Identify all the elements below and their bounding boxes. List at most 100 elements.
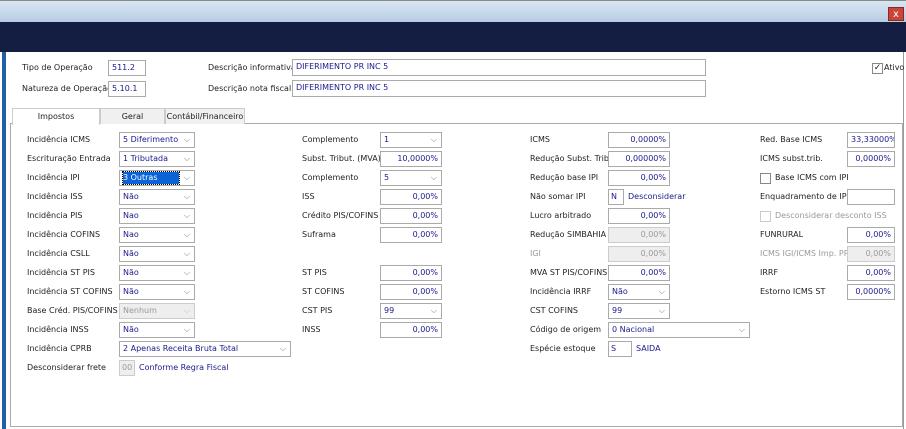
icms-label: ICMS [530,135,550,144]
credito-pis-cofins-input[interactable]: 0,00% [380,208,442,224]
igi-input: 0,00% [608,246,670,262]
complemento-label: Complemento [302,173,359,182]
chevron-down-icon: ⌵ [183,211,190,220]
selected-value: 1 [384,135,390,144]
tipo-operacao-label: Tipo de Operação [22,63,93,72]
tab-contabil-financeiro[interactable]: Contábil/Financeiro [165,108,245,124]
incidencia-st-pis-select[interactable]: Não ⌵ [119,265,195,281]
title-bar: x [0,0,906,22]
ativo-checkbox[interactable]: ✓ [872,63,883,74]
descricao-nota-fiscal-input[interactable]: DIFERIMENTO PR INC 5 [292,80,706,97]
reducao-subst-trib-label: Redução Subst. Trib. [530,154,612,163]
especie-estoque-description: SAIDA [636,344,661,353]
incidencia-iss-select[interactable]: Não ⌵ [119,189,195,205]
complemento-select[interactable]: 1 ⌵ [380,132,442,148]
estorno-icms-st-label: Estorno ICMS ST [760,287,826,296]
chevron-down-icon: ⌵ [183,325,190,334]
base-cred-pis-cofins-select: Nenhum ⌵ [119,303,195,319]
funrural-input[interactable]: 0,00% [847,227,895,243]
incidencia-cprb-select[interactable]: 2 Apenas Receita Bruta Total ⌵ [119,341,291,357]
incidencia-iss-label: Incidência ISS [27,192,83,201]
enquadramento-de-ipi-input[interactable] [847,189,895,205]
escrituracao-entrada-select[interactable]: 1 Tributada ⌵ [119,151,195,167]
desconsiderar-frete-code-input: 00 [119,360,135,376]
chevron-down-icon: ⌵ [183,287,190,296]
incidencia-pis-label: Incidência PIS [27,211,83,220]
chevron-down-icon: ⌵ [183,192,190,201]
desconsiderar-desconto-iss-checkbox [760,211,771,222]
igi-label: IGI [530,249,541,258]
subst-tribut-mva-label: Subst. Tribut. (MVA) [302,154,381,163]
cst-pis-label: CST PIS [302,306,333,315]
incidencia-st-cofins-select[interactable]: Não ⌵ [119,284,195,300]
chevron-down-icon: ⌵ [183,306,190,315]
iss-input[interactable]: 0,00% [380,189,442,205]
red-base-icms-input[interactable]: 33,33000% [847,132,895,148]
reducao-subst-trib-input[interactable]: 0,00000% [608,151,670,167]
estorno-icms-st-input[interactable]: 0,0000% [847,284,895,300]
reducao-base-ipi-input[interactable]: 0,00% [608,170,670,186]
nao-somar-ipi-code-input[interactable]: N [608,189,624,205]
inss-input[interactable]: 0,00% [380,322,442,338]
chevron-down-icon: ⌵ [430,173,437,182]
enquadramento-de-ipi-label: Enquadramento de IPI [760,192,849,201]
nao-somar-ipi-description: Desconsiderar [628,192,686,201]
incidencia-csll-select[interactable]: Não ⌵ [119,246,195,262]
left-accent-strip [2,52,6,429]
chevron-down-icon: ⌵ [658,287,665,296]
cst-pis-select[interactable]: 99 ⌵ [380,303,442,319]
icms-subst-trib-input[interactable]: 0,0000% [847,151,895,167]
incidencia-inss-select[interactable]: Não ⌵ [119,322,195,338]
natureza-operacao-input[interactable]: 5.10.1 [108,81,146,97]
right-border [903,52,904,429]
st-pis-input[interactable]: 0,00% [380,265,442,281]
descricao-informativa-input[interactable]: DIFERIMENTO PR INC 5 [292,59,706,76]
base-icms-com-ipi-checkbox[interactable] [760,173,771,184]
incidencia-irrf-select[interactable]: Não ⌵ [608,284,670,300]
incidencia-st-pis-label: Incidência ST PIS [27,268,95,277]
selected-value: 99 [612,306,623,315]
st-cofins-input[interactable]: 0,00% [380,284,442,300]
chevron-down-icon: ⌵ [430,306,437,315]
incidencia-inss-label: Incidência INSS [27,325,89,334]
subst-tribut-mva-input[interactable]: 10,0000% [380,151,442,167]
especie-estoque-code-input[interactable]: S [608,341,632,357]
irrf-input[interactable]: 0,00% [847,265,895,281]
chevron-down-icon: ⌵ [183,268,190,277]
incidencia-cofins-select[interactable]: Nao ⌵ [119,227,195,243]
cst-cofins-select[interactable]: 99 ⌵ [608,303,670,319]
reducao-base-ipi-label: Redução base IPI [530,173,599,182]
base-icms-com-ipi-label: Base ICMS com IPI [775,173,849,182]
icms-input[interactable]: 0,0000% [608,132,670,148]
suframa-input[interactable]: 0,00% [380,227,442,243]
incidencia-cofins-label: Incidência COFINS [27,230,101,239]
tab-geral[interactable]: Geral [100,108,165,124]
icms-subst-trib-label: ICMS subst.trib. [760,154,823,163]
tab-impostos[interactable]: Impostos [12,108,100,125]
codigo-de-origem-select[interactable]: 0 Nacional ⌵ [608,322,750,338]
mva-st-pis-cofins-input[interactable]: 0,00% [608,265,670,281]
irrf-label: IRRF [760,268,779,277]
incidencia-pis-select[interactable]: Nao ⌵ [119,208,195,224]
incidencia-ipi-label: Incidência IPI [27,173,80,182]
st-pis-label: ST PIS [302,268,327,277]
selected-value: 0 Nacional [612,325,655,334]
descricao-informativa-label: Descrição informativa [208,63,296,72]
incidencia-ipi-select[interactable]: 3 Outras ⌵ [119,170,195,186]
chevron-down-icon: ⌵ [183,154,190,163]
credito-pis-cofins-label: Crédito PIS/COFINS [302,211,379,220]
suframa-label: Suframa [302,230,336,239]
lucro-arbitrado-label: Lucro arbitrado [530,211,592,220]
inss-label: INSS [302,325,321,334]
close-button[interactable]: x [888,7,904,21]
incidencia-icms-select[interactable]: 5 Diferimento ⌵ [119,132,195,148]
selected-value: Nao [123,230,139,239]
selected-value: Não [123,268,139,277]
chevron-down-icon: ⌵ [183,249,190,258]
chevron-down-icon: ⌵ [183,173,190,182]
lucro-arbitrado-input[interactable]: 0,00% [608,208,670,224]
mva-st-pis-cofins-label: MVA ST PIS/COFINS [530,268,608,277]
complemento-select[interactable]: 5 ⌵ [380,170,442,186]
st-cofins-label: ST COFINS [302,287,345,296]
tipo-operacao-input[interactable]: 511.2 [108,60,146,76]
